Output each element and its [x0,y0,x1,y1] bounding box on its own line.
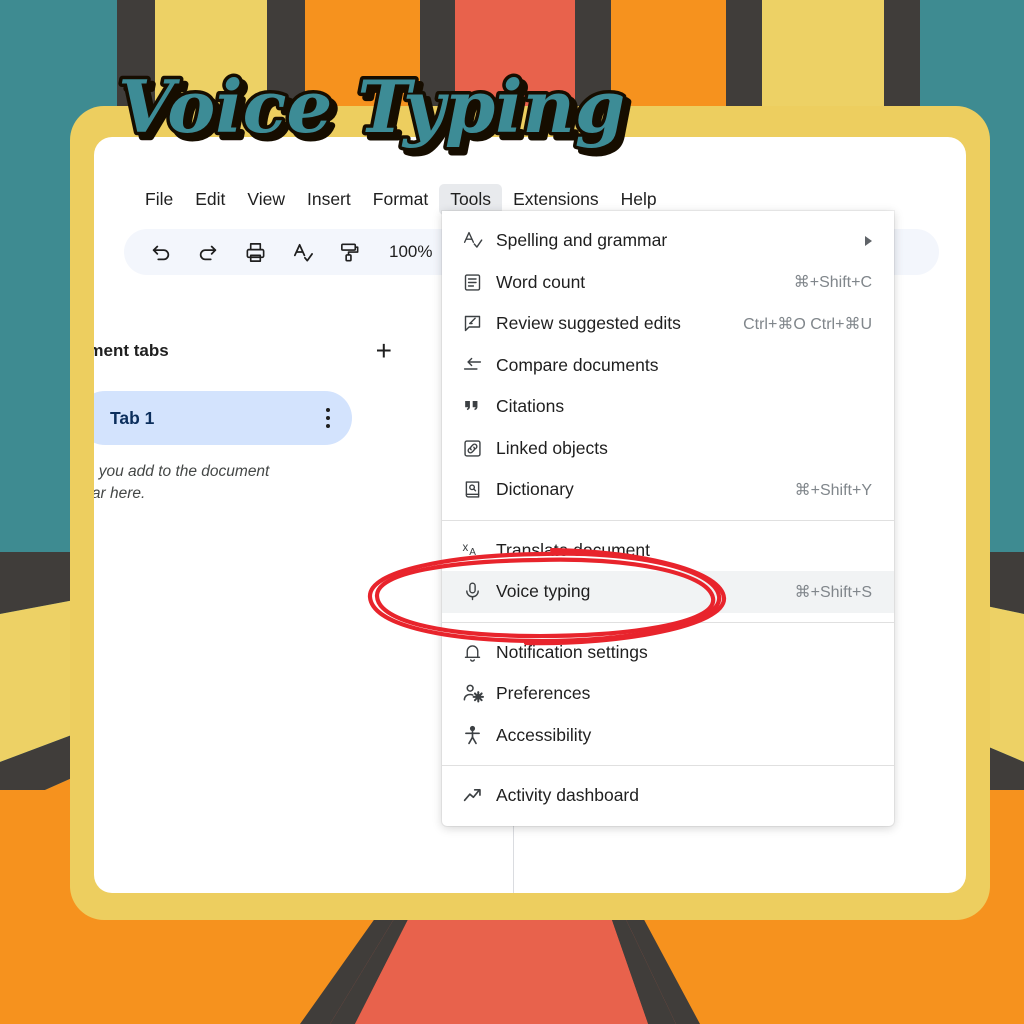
menubar-item-insert[interactable]: Insert [296,184,362,215]
zoom-value: 100% [389,242,433,261]
document-tabs-title: ument tabs [94,341,169,360]
compare-documents-icon [462,355,496,376]
translate-icon: xA [462,539,496,562]
menu-item-shortcut: Ctrl+⌘O Ctrl+⌘U [743,315,872,333]
review-edits-icon [462,313,496,334]
menu-item-translate-document[interactable]: x A Translate document [442,530,894,572]
undo-button[interactable] [146,237,176,267]
word-count-icon [462,272,496,293]
menu-item-activity-dashboard[interactable]: Activity dashboard [442,775,894,817]
document-tabs-sidebar: ument tabs + Tab 1 ings you add to the d… [94,337,420,505]
bell-icon [462,642,496,663]
menubar-item-help[interactable]: Help [610,184,668,215]
preferences-icon [462,682,496,705]
menubar-item-file[interactable]: File [134,184,184,215]
citations-icon [462,397,496,416]
paint-format-button[interactable] [334,237,364,267]
document-tabs-header: ument tabs + [94,337,420,365]
menu-item-label: Review suggested edits [496,313,681,334]
menu-item-label: Translate document [496,539,651,560]
menu-item-review-suggested-edits[interactable]: Review suggested edits Ctrl+⌘O Ctrl+⌘U [442,303,894,345]
menu-item-dictionary[interactable]: Dictionary ⌘+Shift+Y [442,469,894,511]
menu-item-shortcut: ⌘+Shift+Y [794,481,872,499]
tab-options-icon[interactable] [325,407,330,429]
menu-item-label: Linked objects [496,437,608,458]
menu-item-word-count[interactable]: Word count ⌘+Shift+C [442,262,894,304]
print-button[interactable] [240,237,270,267]
menu-item-label: Compare documents [496,354,659,375]
menu-item-compare-documents[interactable]: Compare documents [442,345,894,387]
menu-item-voice-typing[interactable]: Voice typing ⌘+Shift+S [442,571,894,613]
tab-label: Tab 1 [110,407,155,428]
menubar-item-edit[interactable]: Edit [184,184,236,215]
menu-item-label: Word count [496,271,586,292]
sidebar-item-tab-1[interactable]: Tab 1 [94,391,352,445]
menubar-item-tools[interactable]: Tools [439,183,503,215]
accessibility-icon [462,725,496,746]
menu-item-label: Accessibility [496,724,592,745]
menu-separator [442,765,894,766]
spelling-grammar-icon [462,230,496,251]
menu-separator [442,621,894,623]
spellcheck-button[interactable] [287,237,317,267]
linked-objects-icon [462,438,496,459]
menubar-item-format[interactable]: Format [362,184,439,215]
menu-item-label: Citations [496,396,565,417]
menu-item-label: Preferences [496,683,591,704]
menu-item-label: Dictionary [496,479,574,500]
title-overlay: Voice Typing [112,56,632,156]
menu-item-citations[interactable]: Citations [442,386,894,428]
menu-item-label: Activity dashboard [496,785,639,806]
submenu-arrow-icon [865,235,872,246]
tools-dropdown-menu: Spelling and grammar Word count ⌘+Shift+C R… [442,211,894,826]
microphone-icon [462,581,496,602]
menu-item-notification-settings[interactable]: Notification settings [442,632,894,674]
menu-item-shortcut: ⌘+Shift+C [793,274,872,292]
title-artwork: Voice Typing [115,61,629,153]
redo-button[interactable] [193,237,223,267]
menu-item-label: Spelling and grammar [496,230,668,251]
menu-item-label: Notification settings [496,641,648,662]
document-tabs-hint: ings you add to the document ppear here. [94,461,356,505]
menubar-item-view[interactable]: View [236,184,296,215]
dictionary-icon [462,479,496,500]
svg-text:A: A [469,547,476,558]
screenshot-root: File Edit View Insert Format Tools Extensions H… [0,0,1024,1024]
menu-item-label: Voice typing [496,581,591,602]
menu-item-preferences[interactable]: Preferences [442,673,894,715]
menu-item-accessibility[interactable]: Accessibility [442,715,894,757]
menu-item-spelling-and-grammar[interactable]: Spelling and grammar [442,220,894,262]
svg-text:x: x [462,542,468,554]
activity-dashboard-icon [462,785,496,806]
hint-line-2: ppear here. [94,485,146,502]
add-tab-button[interactable]: + [376,337,392,365]
title-text: Voice Typing [118,64,625,149]
menu-separator [442,519,894,521]
menu-item-shortcut: ⌘+Shift+S [794,583,872,601]
menu-item-linked-objects[interactable]: Linked objects [442,428,894,470]
menubar-item-extensions[interactable]: Extensions [502,184,610,215]
hint-line-1: ings you add to the document [94,463,270,480]
